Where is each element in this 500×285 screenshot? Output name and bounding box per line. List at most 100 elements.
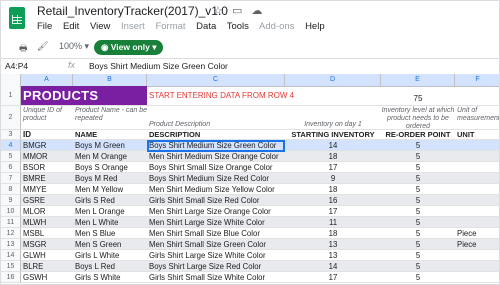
menu-addons[interactable]: Add-ons — [259, 21, 294, 32]
hint-id[interactable]: Unique ID of product — [21, 106, 73, 129]
cell-name[interactable]: Men M Orange — [73, 151, 147, 161]
hint-description[interactable]: Product Description — [147, 106, 285, 129]
cell-unit[interactable] — [455, 217, 499, 227]
hint-unit[interactable]: Unit of measurement — [455, 106, 499, 129]
row-number[interactable]: 1 — [1, 86, 21, 106]
cell-unit[interactable] — [455, 151, 499, 161]
cell-name[interactable]: Men M Yellow — [73, 184, 147, 194]
cell-name[interactable]: Girls L White — [73, 250, 147, 260]
name-box[interactable]: A4:P4 — [5, 61, 28, 71]
cell-desc[interactable]: Girls Shirt Small Size Red Color — [147, 195, 285, 205]
hint-inventory[interactable]: Inventory on day 1 — [285, 106, 381, 129]
menu-help[interactable]: Help — [305, 21, 325, 32]
cell-e2-value[interactable]: 75 — [381, 94, 455, 103]
header-starting-inventory[interactable]: STARTING INVENTORY — [285, 130, 381, 139]
menu-file[interactable]: File — [37, 21, 52, 32]
row-number[interactable]: 14 — [1, 250, 21, 261]
column-header-e[interactable]: E — [381, 74, 455, 86]
cell-id[interactable]: GLWH — [21, 250, 73, 260]
cell-inv[interactable]: 13 — [285, 250, 381, 260]
cell-name[interactable]: Boys M Red — [73, 173, 147, 183]
cell-unit[interactable] — [455, 250, 499, 260]
view-only-button[interactable]: ◉ View only ▾ — [94, 40, 164, 55]
cell-name[interactable]: Girls S Red — [73, 195, 147, 205]
sheets-logo-icon[interactable] — [9, 7, 25, 29]
row-number[interactable]: 9 — [1, 195, 21, 206]
cell-reorder[interactable]: 5 — [381, 206, 455, 216]
cell-inv[interactable]: 17 — [285, 206, 381, 216]
row-number[interactable]: 12 — [1, 228, 21, 239]
cell-id[interactable]: BMGR — [21, 140, 73, 150]
row-number[interactable]: 6 — [1, 162, 21, 173]
cell-id[interactable]: GSWH — [21, 272, 73, 282]
cell-name[interactable]: Girls S White — [73, 272, 147, 282]
menu-format[interactable]: Format — [155, 21, 185, 32]
cell-name[interactable]: Boys M Green — [73, 140, 147, 150]
cell-reorder[interactable]: 5 — [381, 151, 455, 161]
cell-inv[interactable]: 17 — [285, 272, 381, 282]
cell-id[interactable]: MSGR — [21, 239, 73, 249]
row-number[interactable]: 16 — [1, 272, 21, 283]
cell-id[interactable]: MSBL — [21, 228, 73, 238]
cell-reorder[interactable]: 5 — [381, 140, 455, 150]
cell-inv[interactable]: 17 — [285, 162, 381, 172]
select-all-corner[interactable] — [1, 74, 21, 86]
menu-tools[interactable]: Tools — [227, 21, 249, 32]
products-title[interactable]: PRODUCTS — [21, 86, 147, 105]
cell-desc[interactable]: Men Shirt Small Size Blue Color — [147, 228, 285, 238]
cell-id[interactable]: BLRE — [21, 261, 73, 271]
row-number[interactable]: 7 — [1, 173, 21, 184]
cell-name[interactable]: Men S Blue — [73, 228, 147, 238]
star-icon[interactable]: ☆ — [213, 5, 223, 17]
cell-inv[interactable]: 14 — [285, 140, 381, 150]
row-number[interactable]: 8 — [1, 184, 21, 195]
cell-unit[interactable]: Piece — [455, 228, 499, 238]
cell-reorder[interactable]: 5 — [381, 261, 455, 271]
cell-unit[interactable] — [455, 261, 499, 271]
cell-id[interactable]: BSOR — [21, 162, 73, 172]
cell-name[interactable]: Men L Orange — [73, 206, 147, 216]
cell-desc[interactable]: Boys Shirt Medium Size Green Color — [147, 140, 285, 150]
cell-unit[interactable] — [455, 206, 499, 216]
column-header-b[interactable]: B — [73, 74, 147, 86]
column-header-d[interactable]: D — [285, 74, 381, 86]
hint-reorder[interactable]: Inventory level at which product needs t… — [381, 106, 455, 129]
cell-id[interactable]: BMRE — [21, 173, 73, 183]
print-icon[interactable]: 🖶 — [19, 41, 28, 57]
row-number[interactable]: 11 — [1, 217, 21, 228]
cell-name[interactable]: Men L White — [73, 217, 147, 227]
row-number[interactable]: 10 — [1, 206, 21, 217]
cell-id[interactable]: MLWH — [21, 217, 73, 227]
column-header-c[interactable]: C — [147, 74, 285, 86]
row-number[interactable]: 3 — [1, 130, 21, 140]
header-id[interactable]: ID — [21, 130, 73, 139]
cell-name[interactable]: Boys S Orange — [73, 162, 147, 172]
menu-view[interactable]: View — [90, 21, 110, 32]
cell-reorder[interactable]: 5 — [381, 162, 455, 172]
cell-id[interactable]: GSRE — [21, 195, 73, 205]
cell-reorder[interactable]: 5 — [381, 217, 455, 227]
menu-insert[interactable]: Insert — [121, 21, 145, 32]
cell-reorder[interactable]: 5 — [381, 195, 455, 205]
cell-reorder[interactable]: 5 — [381, 250, 455, 260]
cell-desc[interactable]: Men Shirt Small Size Green Color — [147, 239, 285, 249]
row-number[interactable]: 5 — [1, 151, 21, 162]
cell-desc[interactable]: Girls Shirt Small Size White Color — [147, 272, 285, 282]
cell-desc[interactable]: Men Shirt Large Size White Color — [147, 217, 285, 227]
cell-unit[interactable] — [455, 162, 499, 172]
cell-reorder[interactable]: 5 — [381, 173, 455, 183]
cell-reorder[interactable]: 5 — [381, 239, 455, 249]
cell-id[interactable]: MMYE — [21, 184, 73, 194]
header-description[interactable]: DESCRIPTION — [147, 130, 285, 139]
cell-unit[interactable]: Piece — [455, 239, 499, 249]
cell-unit[interactable] — [455, 272, 499, 282]
cell-inv[interactable]: 11 — [285, 217, 381, 227]
paint-format-icon[interactable]: 🖌 — [37, 41, 48, 52]
instruction-text[interactable]: START ENTERING DATA FROM ROW 4 — [147, 86, 347, 105]
cell-inv[interactable]: 14 — [285, 261, 381, 271]
cell-name[interactable]: Men S Green — [73, 239, 147, 249]
column-header-a[interactable]: A — [21, 74, 73, 86]
cell-reorder[interactable]: 5 — [381, 184, 455, 194]
cell-reorder[interactable]: 5 — [381, 228, 455, 238]
header-reorder-point[interactable]: RE-ORDER POINT — [381, 130, 455, 139]
